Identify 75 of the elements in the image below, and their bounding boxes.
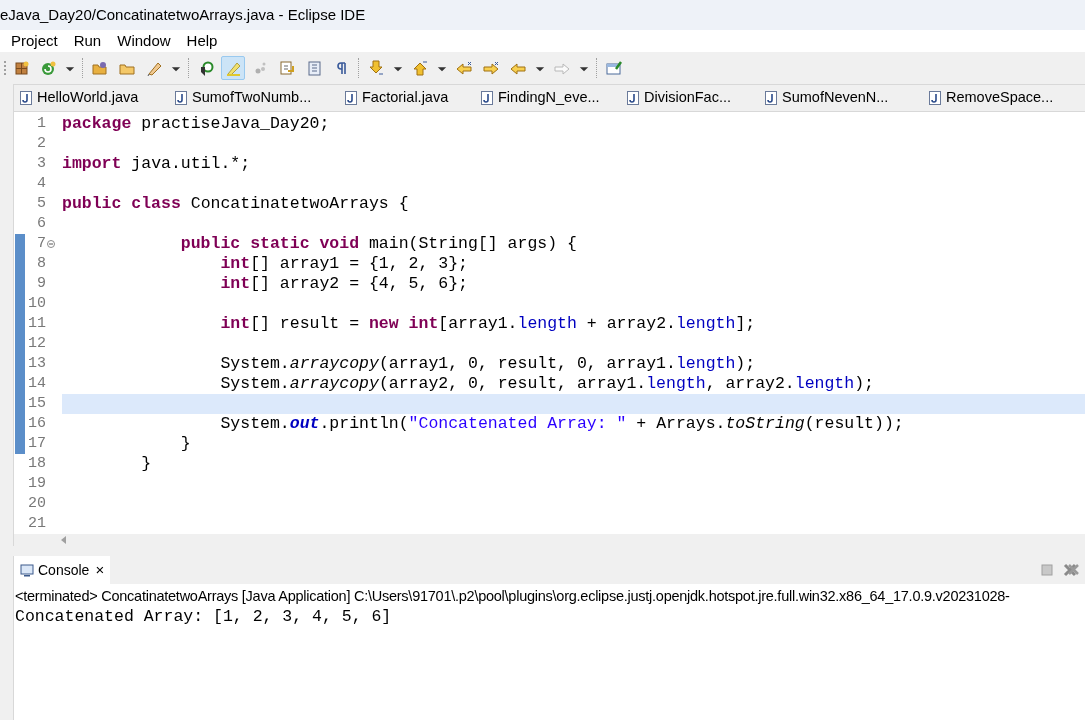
line-number: 12 (28, 333, 46, 354)
folder-icon (92, 60, 108, 76)
line-number: 6 (37, 213, 46, 234)
refresh-icon (40, 60, 56, 76)
editor-tab[interactable]: SumofTwoNumb... (169, 85, 339, 111)
code-line: int[] array1 = {1, 2, 3}; (219, 254, 468, 274)
line-number: 9 (37, 273, 46, 294)
package-icon (13, 60, 29, 76)
editor-tab[interactable]: Factorial.java (339, 85, 475, 111)
java-file-icon (481, 91, 493, 105)
remove-all-icon[interactable] (1063, 563, 1079, 577)
collapse-icon[interactable] (47, 240, 55, 248)
line-number: 16 (28, 413, 46, 434)
java-file-icon (20, 91, 32, 105)
window-title: eJava_Day20/ConcatinatetwoArrays.java - Eclipse IDE (0, 4, 366, 25)
document-icon (306, 60, 322, 76)
search-icon (198, 60, 214, 76)
code-line: int[] array2 = {4, 5, 6}; (219, 274, 468, 294)
menu-item[interactable]: Window (110, 29, 178, 53)
pen-icon (146, 60, 162, 76)
editor-tab[interactable]: HelloWorld.java (14, 85, 169, 111)
code-line: System.out.println("Concatenated Array: " + Arrays.toString(result)); (219, 414, 904, 434)
editor-tab[interactable]: DivisionFac... (621, 85, 759, 111)
code-line: public class ConcatinatetwoArrays { (62, 194, 409, 214)
code-line: System.arraycopy(array2, 0, result, array1.length, array2.length); (219, 374, 874, 394)
close-button[interactable]: × (95, 558, 105, 582)
down-arrow-icon (368, 60, 384, 76)
line-number: 7 (37, 233, 46, 254)
line-number: 5 (37, 193, 46, 214)
monitor-icon (20, 563, 34, 577)
code-line: } (140, 454, 152, 474)
line-number: 3 (37, 153, 46, 174)
line-number: 14 (28, 373, 46, 394)
terminate-icon[interactable] (1041, 564, 1053, 576)
scroll-left-icon[interactable] (60, 535, 68, 545)
back-arrow-icon (510, 60, 526, 76)
code-line: import java.util.*; (62, 154, 251, 174)
back-arrow-icon (456, 60, 472, 76)
editor-tab[interactable]: FindingN_eve... (475, 85, 621, 111)
line-number: 20 (28, 493, 46, 514)
line-number: 13 (28, 353, 46, 374)
highlighter-icon (225, 60, 241, 76)
menu-item[interactable]: Project (4, 29, 65, 53)
line-number: 11 (28, 313, 46, 334)
code-line: int[] result = new int[array1.length + array2.length]; (219, 314, 756, 334)
console-output: Concatenated Array: [1, 2, 3, 4, 5, 6] (14, 606, 393, 628)
java-file-icon (929, 91, 941, 105)
editor-tab[interactable]: RemoveSpace... (923, 85, 1073, 111)
code-line: public static void main(String[] args) { (179, 234, 577, 254)
line-number: 19 (28, 473, 46, 494)
code-line: package practiseJava_Day20; (62, 114, 330, 134)
code-line: } (179, 434, 191, 454)
line-number: 2 (37, 133, 46, 154)
line-number: 1 (37, 113, 46, 134)
menu-item[interactable]: Run (66, 29, 109, 53)
forward-arrow-icon (483, 60, 499, 76)
line-number: 8 (37, 253, 46, 274)
console-tab[interactable]: Console × (14, 556, 111, 584)
code-line: System.arraycopy(array1, 0, result, 0, array1.length); (219, 354, 756, 374)
line-number: 15 (28, 393, 46, 414)
java-file-icon (345, 91, 357, 105)
console-header: <terminated> ConcatinatetwoArrays [Java Application] C:\Users\91701\.p2\pool\plugins\org.eclipse.justj.openjdk.hotspot.jre.full.win32.x86_64_17.0.9.v20231028- (14, 587, 1011, 606)
line-number: 21 (28, 513, 46, 534)
line-number: 18 (28, 453, 46, 474)
java-file-icon (627, 91, 639, 105)
java-file-icon (175, 91, 187, 105)
line-number: 10 (28, 293, 46, 314)
document-icon (279, 60, 295, 76)
java-file-icon (765, 91, 777, 105)
line-number: 4 (37, 173, 46, 194)
window-icon (606, 60, 622, 76)
line-number: 17 (28, 433, 46, 454)
menu-item[interactable]: Help (179, 29, 225, 53)
editor-tab[interactable]: SumofNevenN... (759, 85, 923, 111)
up-arrow-icon (412, 60, 428, 76)
